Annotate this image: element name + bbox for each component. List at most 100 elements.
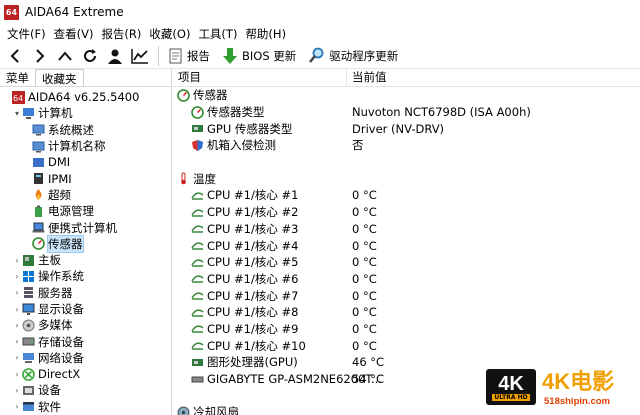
bios-update-button[interactable]: BIOS 更新 <box>218 45 300 67</box>
fan-icon <box>177 406 190 415</box>
menu-file[interactable]: 文件(F) <box>3 26 50 42</box>
tab-favorites[interactable]: 收藏夹 <box>35 69 84 86</box>
chevron-right-icon[interactable]: › <box>12 256 22 265</box>
storage-icon <box>22 335 35 348</box>
toolbar-separator <box>158 45 159 66</box>
tree-item-label: 传感器 <box>47 234 84 253</box>
table-row[interactable]: CPU #1/核心 #5 0 °C <box>173 254 640 271</box>
menu-help[interactable]: 帮助(H) <box>241 26 290 42</box>
tree-item[interactable]: › 显示设备 <box>0 301 171 317</box>
tree-item[interactable]: › 网络设备 <box>0 350 171 366</box>
driver-update-button[interactable]: 驱动程序更新 <box>304 45 402 67</box>
chevron-right-icon[interactable]: › <box>12 288 22 297</box>
menu-view[interactable]: 查看(V) <box>50 26 98 42</box>
chevron-right-icon[interactable]: › <box>12 370 22 379</box>
table-row[interactable]: CPU #1/核心 #8 0 °C <box>173 304 640 321</box>
chevron-down-icon[interactable]: ▾ <box>12 109 22 118</box>
pane-tabs: 菜单 收藏夹 <box>0 69 171 87</box>
tree-item[interactable]: › 设备 <box>0 382 171 398</box>
tree-item[interactable]: 64 AIDA64 v6.25.5400 <box>0 89 171 105</box>
watermark-badge-text: 4K <box>498 372 524 395</box>
table-row[interactable]: CPU #1/核心 #10 0 °C <box>173 337 640 354</box>
table-row[interactable]: CPU #1/核心 #4 0 °C <box>173 237 640 254</box>
tree-item[interactable]: › 存储设备 <box>0 333 171 349</box>
row-label: CPU #1/核心 #5 <box>207 255 299 270</box>
chevron-right-icon[interactable]: › <box>12 321 22 330</box>
chevron-right-icon[interactable]: › <box>12 272 22 281</box>
bios-update-label: BIOS 更新 <box>242 48 297 63</box>
section-header[interactable]: 传感器 <box>173 87 640 104</box>
thermometer-icon <box>177 172 190 185</box>
row-value: 0 °C <box>352 188 377 203</box>
row-label: CPU #1/核心 #9 <box>207 321 299 336</box>
user-button[interactable] <box>104 45 126 67</box>
tree-item[interactable]: 超频 <box>0 187 171 203</box>
back-button[interactable] <box>4 45 26 67</box>
table-row[interactable]: CPU #1/核心 #1 0 °C <box>173 187 640 204</box>
up-button[interactable] <box>54 45 76 67</box>
table-row[interactable]: 传感器类型 Nuvoton NCT6798D (ISA A00h) <box>173 104 640 121</box>
row-label: CPU #1/核心 #10 <box>207 338 306 353</box>
table-row[interactable]: GPU 传感器类型 Driver (NV-DRV) <box>173 120 640 137</box>
chevron-right-icon[interactable]: › <box>12 386 22 395</box>
tab-menu[interactable]: 菜单 <box>0 69 35 86</box>
chevron-up-icon <box>58 50 72 61</box>
tree-item[interactable]: › 软件 <box>0 399 171 415</box>
navigation-tree: 64 AIDA64 v6.25.5400 ▾ 计算机 系统概述 计算机名称 DMI IPMI 超… <box>0 89 171 415</box>
tree-item[interactable]: 便携式计算机 <box>0 219 171 235</box>
benchmark-button[interactable] <box>129 45 151 67</box>
chevron-right-icon[interactable]: › <box>12 305 22 314</box>
column-item-header[interactable]: 项目 <box>173 69 347 86</box>
sensor-icon <box>177 89 190 102</box>
tree-item[interactable]: IPMI <box>0 170 171 186</box>
tree-item[interactable]: › 操作系统 <box>0 268 171 284</box>
section-header[interactable]: 温度 <box>173 170 640 187</box>
column-value-header[interactable]: 当前值 <box>347 69 387 86</box>
tree-item[interactable]: › DirectX <box>0 366 171 382</box>
user-icon <box>108 49 122 64</box>
multimedia-icon <box>22 319 35 332</box>
tree-item-label: 多媒体 <box>38 318 73 333</box>
table-row[interactable]: CPU #1/核心 #7 0 °C <box>173 287 640 304</box>
chevron-right-icon[interactable]: › <box>12 353 22 362</box>
report-label: 报告 <box>187 48 210 63</box>
tree-item[interactable]: 传感器 <box>0 234 171 253</box>
refresh-button[interactable] <box>79 45 101 67</box>
forward-button[interactable] <box>29 45 51 67</box>
aida64-app-icon: 64 <box>4 4 19 20</box>
ipmi-icon <box>32 172 45 185</box>
menu-favorites[interactable]: 收藏(O) <box>145 26 194 42</box>
cpu-core-icon <box>191 339 204 352</box>
table-row[interactable]: CPU #1/核心 #6 0 °C <box>173 271 640 288</box>
chevron-right-icon[interactable]: › <box>12 337 22 346</box>
tree-item[interactable]: 电源管理 <box>0 203 171 219</box>
tree-item[interactable]: DMI <box>0 154 171 170</box>
chevron-right-icon[interactable]: › <box>12 402 22 411</box>
computer-icon <box>22 107 35 120</box>
menu-tools[interactable]: 工具(T) <box>194 26 241 42</box>
table-row[interactable]: CPU #1/核心 #3 0 °C <box>173 221 640 238</box>
row-label: CPU #1/核心 #1 <box>207 188 299 203</box>
details-pane: 项目 当前值 传感器 传感器类型 Nuvoton NCT6798D (ISA A00… <box>173 69 640 415</box>
cpu-core-icon <box>191 322 204 335</box>
summary-icon <box>32 123 45 136</box>
tree-item[interactable]: › 主板 <box>0 252 171 268</box>
report-button[interactable]: 报告 <box>165 45 214 67</box>
table-row[interactable]: 机箱入侵检测 否 <box>173 137 640 154</box>
tree-item[interactable]: ▾ 计算机 <box>0 105 171 121</box>
directx-icon <box>22 367 35 381</box>
menu-report[interactable]: 报告(R) <box>97 26 145 42</box>
row-value: 46 °C <box>352 355 385 370</box>
devices-icon <box>22 384 35 397</box>
tree-item-label: IPMI <box>48 171 72 186</box>
sensor-icon <box>191 105 204 119</box>
tree-item[interactable]: 计算机名称 <box>0 138 171 154</box>
table-row[interactable]: CPU #1/核心 #2 0 °C <box>173 204 640 221</box>
refresh-icon <box>84 48 96 62</box>
tree-item[interactable]: › 服务器 <box>0 285 171 301</box>
tree-item-label: 计算机名称 <box>48 139 106 154</box>
table-row[interactable]: CPU #1/核心 #9 0 °C <box>173 321 640 338</box>
shield-icon <box>191 139 204 152</box>
tree-item[interactable]: › 多媒体 <box>0 317 171 333</box>
tree-item[interactable]: 系统概述 <box>0 122 171 138</box>
